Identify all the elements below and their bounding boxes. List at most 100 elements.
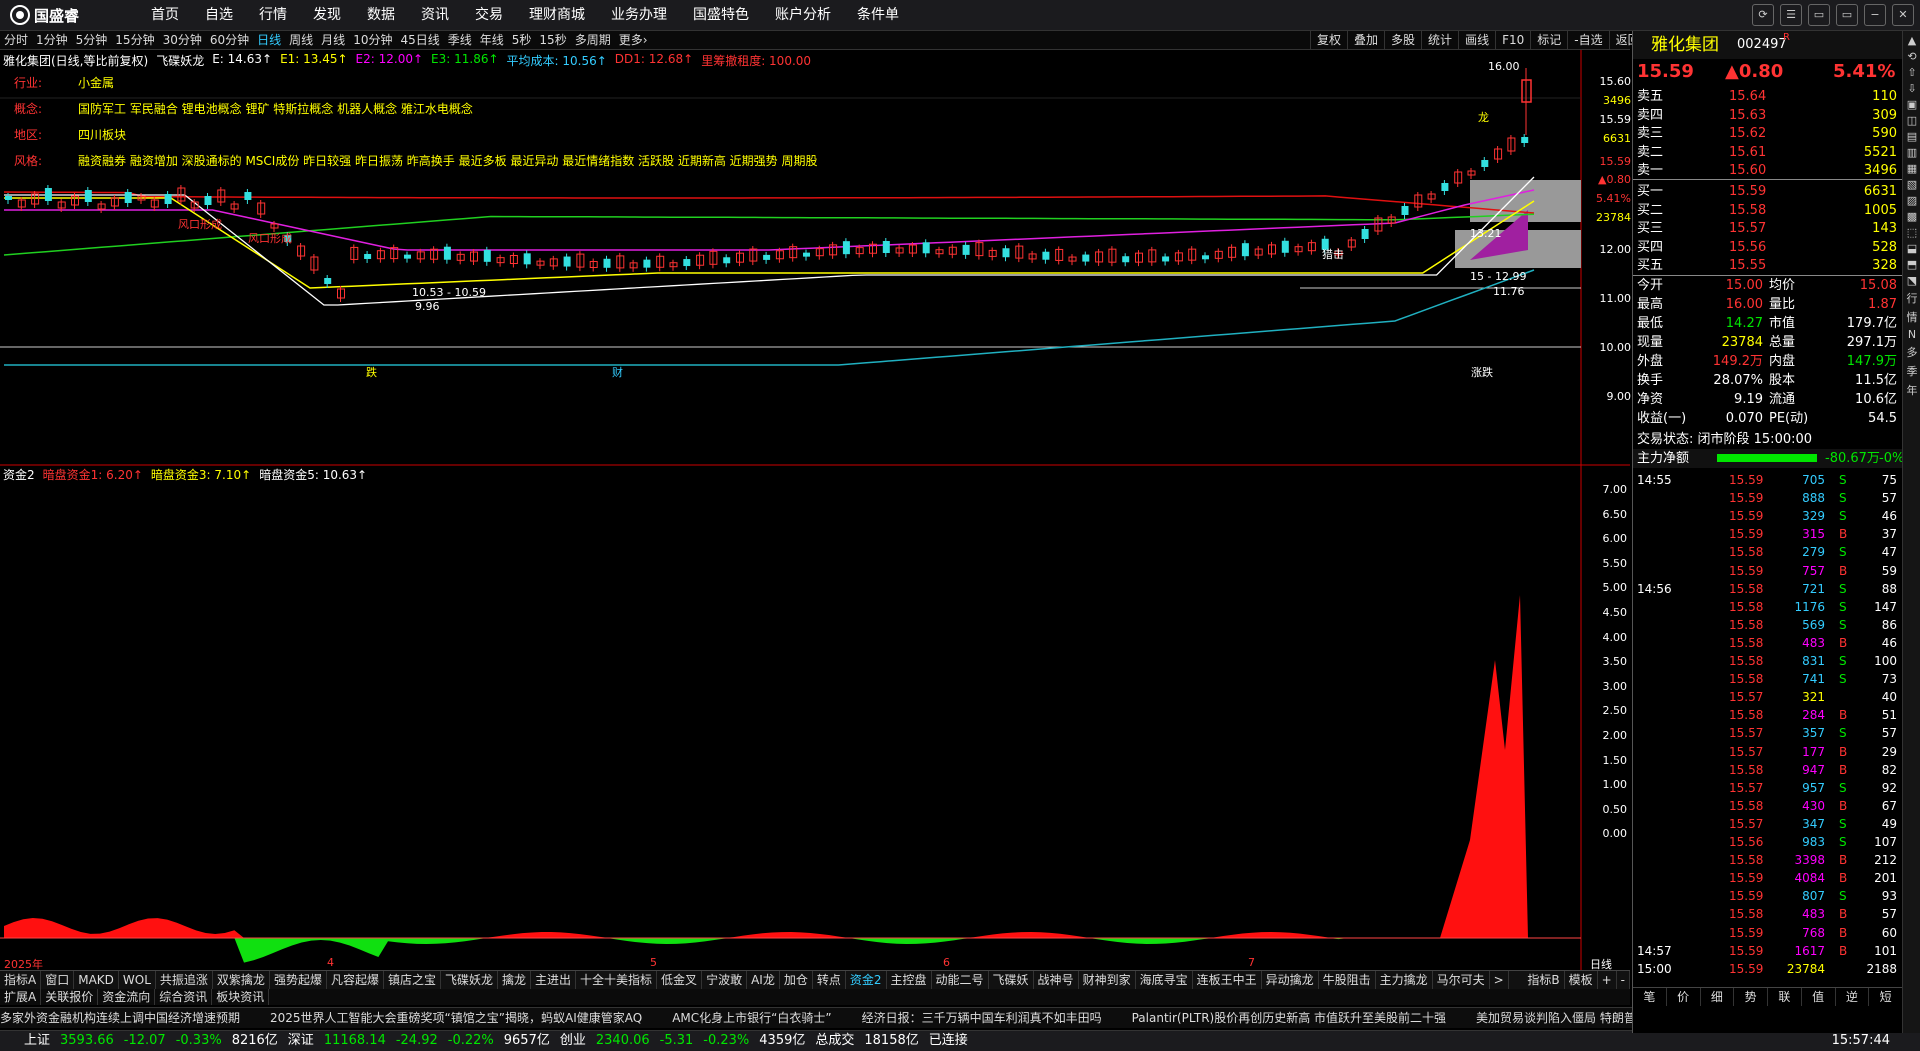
menu-item-home[interactable]: 首页 <box>138 0 192 30</box>
period-tab[interactable]: 1分钟 <box>32 31 72 49</box>
sidebar-button[interactable]: 年 <box>1903 382 1920 398</box>
indicator-tab[interactable]: > <box>1490 971 1509 989</box>
quote-tab[interactable]: 细 <box>1701 988 1735 1006</box>
minimize-icon[interactable]: − <box>1864 4 1886 26</box>
close-icon[interactable]: ✕ <box>1892 4 1914 26</box>
quote-tab[interactable]: 笔 <box>1633 988 1667 1006</box>
index-label[interactable]: 上证 <box>24 1031 50 1051</box>
tool-overlay[interactable]: 叠加 <box>1347 31 1384 49</box>
sidebar-button[interactable]: 行 <box>1903 290 1920 306</box>
period-tab[interactable]: 15分钟 <box>111 31 158 49</box>
bid-level[interactable]: 买四 15.56 528 <box>1633 238 1903 257</box>
quote-stock-name[interactable]: 雅化集团 <box>1651 31 1719 59</box>
indicator-tab[interactable]: 双紫擒龙 <box>213 971 270 989</box>
indicator-tab[interactable]: 动能二号 <box>932 971 989 989</box>
sidebar-button[interactable]: ⬒ <box>1903 258 1920 271</box>
indicator-tab[interactable]: 牛股阻击 <box>1319 971 1376 989</box>
sidebar-button[interactable]: ▣ <box>1903 98 1920 111</box>
menu-item-conditional[interactable]: 条件单 <box>844 0 912 30</box>
tool-stats[interactable]: 统计 <box>1421 31 1458 49</box>
tool-restore-rights[interactable]: 复权 <box>1310 31 1347 49</box>
tab-news[interactable]: 综合资讯 <box>155 989 213 1005</box>
ask-level[interactable]: 卖五 15.64 110 <box>1633 87 1903 106</box>
menu-item-trade[interactable]: 交易 <box>462 0 516 30</box>
sidebar-button[interactable]: 情 <box>1903 309 1920 325</box>
period-tab[interactable]: 5分钟 <box>72 31 112 49</box>
quote-tab[interactable]: 短 <box>1869 988 1903 1006</box>
news-item[interactable]: 多家外资金融机构连续上调中国经济增速预期 <box>0 1008 240 1028</box>
menu-icon[interactable]: ☰ <box>1780 4 1802 26</box>
indicator-tab[interactable]: 战神号 <box>1034 971 1079 989</box>
sidebar-button[interactable]: ⇧ <box>1903 66 1920 79</box>
period-tab[interactable]: 季线 <box>444 31 476 49</box>
menu-item-data[interactable]: 数据 <box>354 0 408 30</box>
sidebar-button[interactable]: ⬓ <box>1903 242 1920 255</box>
sidebar-button[interactable]: ⬚ <box>1903 226 1920 239</box>
app-logo[interactable]: 国盛睿 <box>10 4 79 26</box>
ask-level[interactable]: 卖四 15.63 309 <box>1633 106 1903 125</box>
sidebar-button[interactable]: 多 <box>1903 344 1920 360</box>
menu-item-discover[interactable]: 发现 <box>300 0 354 30</box>
indicator-tab[interactable]: 主力擒龙 <box>1376 971 1433 989</box>
period-tab[interactable]: 5秒 <box>508 31 536 49</box>
sidebar-button[interactable]: ▥ <box>1903 146 1920 159</box>
period-tab[interactable]: 周线 <box>285 31 317 49</box>
quote-tab[interactable]: 价 <box>1667 988 1701 1006</box>
period-tab[interactable]: 30分钟 <box>159 31 206 49</box>
period-tab[interactable]: 15秒 <box>535 31 570 49</box>
indicator-tab[interactable]: 共振追涨 <box>156 971 213 989</box>
index-label[interactable]: 深证 <box>288 1031 314 1051</box>
index-label[interactable]: 创业 <box>560 1031 586 1051</box>
indicator-tab[interactable]: 强势起爆 <box>270 971 327 989</box>
ask-level[interactable]: 卖二 15.61 5521 <box>1633 143 1903 162</box>
bid-level[interactable]: 买三 15.57 143 <box>1633 219 1903 238</box>
period-tab[interactable]: 多周期 <box>571 31 615 49</box>
indicator-tab[interactable]: 飞碟妖龙 <box>441 971 498 989</box>
tool-mark[interactable]: 标记 <box>1530 31 1567 49</box>
kline-chart[interactable]: 16.00 10.53 - 10.599.96 13.21 15 - 12.99 11.… <box>0 50 1630 970</box>
indicator-tab-right[interactable]: 模板 <box>1565 971 1598 989</box>
sidebar-button[interactable]: ◫ <box>1903 114 1920 127</box>
indicator-tab-right[interactable]: + <box>1598 971 1617 989</box>
tool-draw[interactable]: 画线 <box>1458 31 1495 49</box>
indicator-tab[interactable]: 十全十美指标 <box>576 971 658 989</box>
sidebar-button[interactable]: ⬔ <box>1903 274 1920 287</box>
bid-level[interactable]: 买五 15.55 328 <box>1633 256 1903 275</box>
period-tab[interactable]: 45日线 <box>396 31 443 49</box>
ask-level[interactable]: 卖一 15.60 3496 <box>1633 161 1903 180</box>
tool-f10[interactable]: F10 <box>1495 31 1530 49</box>
tab-related-quote[interactable]: 关联报价 <box>41 989 99 1005</box>
menu-item-wealth[interactable]: 理财商城 <box>516 0 598 30</box>
indicator-tab[interactable]: 低金叉 <box>657 971 703 989</box>
indicator-tab[interactable]: 宁波敢 <box>702 971 748 989</box>
menu-item-market[interactable]: 行情 <box>246 0 300 30</box>
quote-tab[interactable]: 逆 <box>1836 988 1870 1006</box>
sidebar-button[interactable]: ⇩ <box>1903 82 1920 95</box>
indicator-tab[interactable]: 异动擒龙 <box>1262 971 1319 989</box>
ask-level[interactable]: 卖三 15.62 590 <box>1633 124 1903 143</box>
period-tab-active[interactable]: 日线 <box>253 31 285 49</box>
tool-multi[interactable]: 多股 <box>1384 31 1421 49</box>
indicator-tab[interactable]: 资金2 <box>846 971 887 989</box>
indicator-tab[interactable]: 马尔可夫 <box>1433 971 1490 989</box>
sidebar-button[interactable]: ▧ <box>1903 178 1920 191</box>
menu-item-business[interactable]: 业务办理 <box>598 0 680 30</box>
tab-sector-news[interactable]: 板块资讯 <box>212 989 270 1005</box>
period-tab[interactable]: 月线 <box>317 31 349 49</box>
period-tab[interactable]: 60分钟 <box>206 31 253 49</box>
bid-level[interactable]: 买二 15.58 1005 <box>1633 201 1903 220</box>
indicator-tab[interactable]: 凡容起爆 <box>327 971 384 989</box>
news-item[interactable]: Palantir(PLTR)股价再创历史新高 市值跃升至美股前二十强 <box>1132 1008 1446 1028</box>
period-tab[interactable]: 分时 <box>0 31 32 49</box>
quote-tab[interactable]: 联 <box>1768 988 1802 1006</box>
indicator-tab[interactable]: MAKD <box>74 971 119 989</box>
sidebar-button[interactable]: 季 <box>1903 363 1920 379</box>
layout-icon[interactable]: ▭ <box>1808 4 1830 26</box>
indicator-tab[interactable]: 窗口 <box>41 971 75 989</box>
period-tab[interactable]: 年线 <box>476 31 508 49</box>
restore-icon[interactable]: ▭ <box>1836 4 1858 26</box>
indicator-tab[interactable]: 转点 <box>813 971 846 989</box>
indicator-tab-right[interactable]: 指标B <box>1523 971 1565 989</box>
indicator-tab[interactable]: WOL <box>119 971 156 989</box>
news-item[interactable]: 2025世界人工智能大会重磅奖项“镇馆之宝”揭晓，蚂蚁AI健康管家AQ <box>270 1008 642 1028</box>
